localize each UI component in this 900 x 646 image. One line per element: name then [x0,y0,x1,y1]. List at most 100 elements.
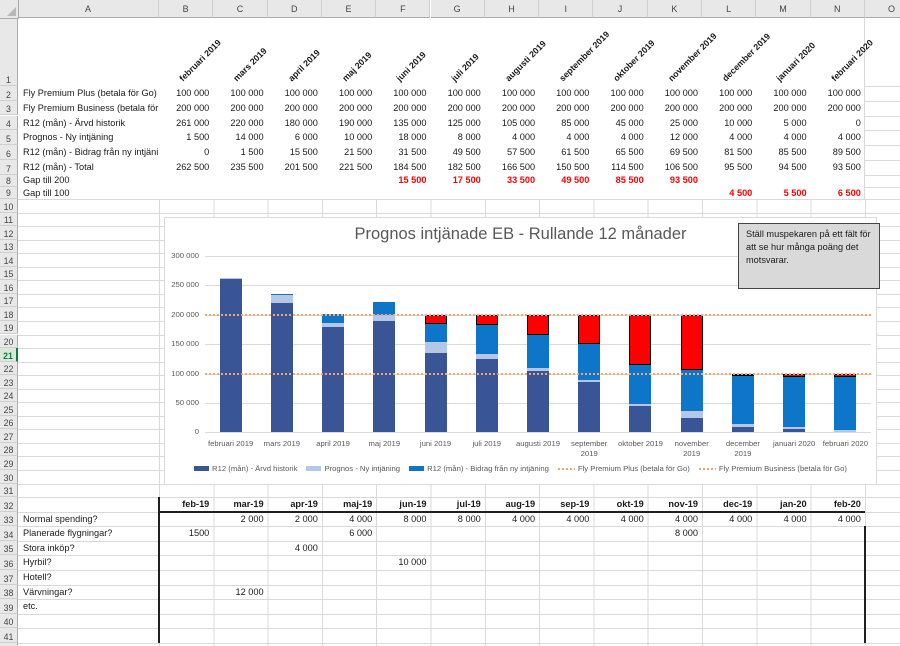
row-header-12[interactable]: 12 [0,226,18,240]
row-label-cell[interactable]: Hyrbil? [20,555,159,570]
col-header-B[interactable]: B [159,0,213,18]
cell[interactable]: 6 000 [322,526,376,541]
row-label-cell[interactable]: Gap till 100 [20,187,159,199]
cell[interactable]: 200 000 [702,101,756,116]
cell[interactable]: 182 500 [431,160,485,175]
col-header-C[interactable]: C [213,0,267,18]
month-column-header[interactable]: dec-19 [702,497,756,512]
row-header-31[interactable]: 31 [0,484,18,498]
row-header-24[interactable]: 24 [0,389,18,403]
cell[interactable]: 125 000 [431,116,485,131]
cell[interactable]: 65 500 [593,145,647,160]
cell[interactable]: 57 500 [485,145,539,160]
cell[interactable]: 2 000 [213,512,267,527]
cell[interactable]: 200 000 [756,101,810,116]
cell[interactable]: 8 000 [376,512,430,527]
cell[interactable]: 100 000 [159,86,213,101]
row-header-6[interactable]: 6 [0,145,18,160]
cell[interactable]: 4 000 [756,130,810,145]
row-label-cell[interactable]: Planerade flygningar? [20,526,159,541]
col-header-L[interactable]: L [702,0,756,18]
bar-segment[interactable] [681,370,703,411]
bar-segment[interactable] [629,404,651,406]
row-label-cell[interactable]: Fly Premium Plus (betala för Go) [20,86,159,101]
cell[interactable]: 25 000 [648,116,702,131]
row-header-7[interactable]: 7 [0,160,18,175]
month-column-header[interactable]: apr-19 [268,497,322,512]
row-header-20[interactable]: 20 [0,335,18,349]
cell[interactable]: 15 500 [376,175,430,187]
bar-segment[interactable] [629,315,651,365]
cell[interactable]: 4 000 [485,130,539,145]
bar-segment[interactable] [425,342,447,353]
cell[interactable]: 4 000 [702,130,756,145]
cell[interactable]: 4 000 [322,512,376,527]
bar-segment[interactable] [476,325,498,354]
cell[interactable]: 180 000 [268,116,322,131]
bar-segment[interactable] [681,411,703,418]
row-header-5[interactable]: 5 [0,130,18,145]
row-label-cell[interactable]: etc. [20,599,159,614]
cell[interactable]: 61 500 [539,145,593,160]
cell[interactable]: 200 000 [431,101,485,116]
cell[interactable]: 4 000 [648,512,702,527]
cell[interactable]: 4 000 [593,512,647,527]
cell[interactable]: 95 500 [702,160,756,175]
bar-segment[interactable] [783,427,805,429]
row-label-cell[interactable]: Fly Premium Business (betala för Go) [20,101,159,116]
bar-segment[interactable] [220,279,242,432]
cell[interactable]: 261 000 [159,116,213,131]
col-header-H[interactable]: H [485,0,539,18]
cell[interactable]: 10 000 [376,555,430,570]
bar-segment[interactable] [732,424,754,426]
row-header-36[interactable]: 36 [0,555,18,570]
cell[interactable]: 33 500 [485,175,539,187]
bar-segment[interactable] [783,377,805,427]
cell[interactable]: 6 000 [268,130,322,145]
cell[interactable]: 200 000 [485,101,539,116]
cell[interactable]: 4 000 [539,512,593,527]
cell[interactable]: 81 500 [702,145,756,160]
cell[interactable]: 100 000 [485,86,539,101]
bar-segment[interactable] [527,315,549,335]
cell[interactable]: 100 000 [322,86,376,101]
bar-segment[interactable] [425,315,447,324]
cell[interactable]: 135 000 [376,116,430,131]
row-header-28[interactable]: 28 [0,443,18,457]
bar-segment[interactable] [732,427,754,433]
row-header-1[interactable]: 1 [0,18,18,86]
cell[interactable]: 5 000 [756,116,810,131]
row-header-40[interactable]: 40 [0,614,18,629]
bar-segment[interactable] [578,344,600,380]
bar-segment[interactable] [834,430,856,432]
col-header-G[interactable]: G [431,0,485,18]
row-header-17[interactable]: 17 [0,294,18,308]
cell[interactable]: 93 500 [811,160,865,175]
cell[interactable]: 93 500 [648,175,702,187]
cell[interactable]: 100 000 [756,86,810,101]
col-header-K[interactable]: K [648,0,702,18]
cell[interactable]: 1 500 [159,130,213,145]
select-all-button[interactable] [0,0,19,19]
month-column-header[interactable]: mar-19 [213,497,267,512]
bar-segment[interactable] [271,295,293,303]
bar-segment[interactable] [476,354,498,359]
col-header-A[interactable]: A [18,0,159,18]
cell[interactable]: 100 000 [431,86,485,101]
cell[interactable]: 1 500 [213,145,267,160]
cell[interactable]: 31 500 [376,145,430,160]
callout-textbox[interactable]: Ställ muspekaren på ett fält för att se … [738,223,880,289]
bar-segment[interactable] [527,371,549,433]
cell[interactable]: 166 500 [485,160,539,175]
cell[interactable]: 18 000 [376,130,430,145]
month-column-header[interactable]: sep-19 [539,497,593,512]
row-header-3[interactable]: 3 [0,101,18,116]
cell[interactable]: 200 000 [213,101,267,116]
row-header-39[interactable]: 39 [0,599,18,614]
cell[interactable]: 105 000 [485,116,539,131]
cell[interactable]: 100 000 [593,86,647,101]
row-header-14[interactable]: 14 [0,253,18,267]
bar-segment[interactable] [220,278,242,279]
row-header-35[interactable]: 35 [0,541,18,556]
row-label-cell[interactable]: R12 (mån) - Ärvd historik [20,116,159,131]
